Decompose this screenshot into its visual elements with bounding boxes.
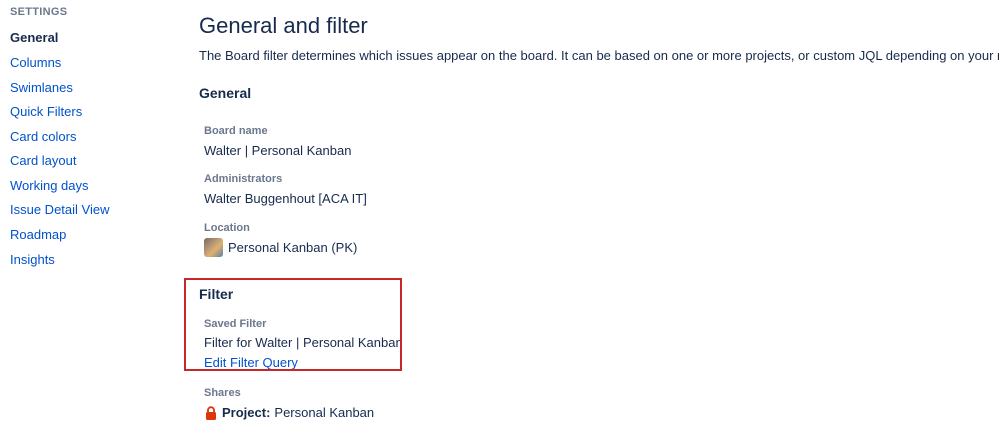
- page-title: General and filter: [199, 13, 368, 38]
- sidebar-item-card-colors[interactable]: Card colors: [10, 129, 76, 144]
- location-value: Personal Kanban (PK): [204, 238, 357, 257]
- shares-project-name: Personal Kanban: [274, 405, 375, 420]
- sidebar-item-card-layout[interactable]: Card layout: [10, 153, 76, 168]
- sidebar-item-issue-detail-view[interactable]: Issue Detail View: [10, 202, 109, 217]
- sidebar-item-columns[interactable]: Columns: [10, 55, 61, 70]
- location-project-name: Personal Kanban (PK): [228, 240, 358, 255]
- sidebar-item-working-days[interactable]: Working days: [10, 178, 89, 193]
- sidebar-item-insights[interactable]: Insights: [10, 252, 55, 267]
- sidebar-item-quick-filters[interactable]: Quick Filters: [10, 104, 82, 119]
- location-label: Location: [204, 222, 250, 234]
- administrators-label: Administrators: [204, 173, 283, 185]
- board-name-value: Walter | Personal Kanban: [204, 143, 352, 158]
- page-description: The Board filter determines which issues…: [199, 48, 999, 63]
- board-name-label: Board name: [204, 125, 268, 137]
- shares-type: Project:: [222, 405, 271, 420]
- sidebar-item-general[interactable]: General: [10, 30, 58, 45]
- sidebar-heading: SETTINGS: [10, 6, 68, 18]
- sidebar-item-swimlanes[interactable]: Swimlanes: [10, 80, 73, 95]
- administrators-value: Walter Buggenhout [ACA IT]: [204, 191, 367, 206]
- project-avatar-icon: [204, 238, 223, 257]
- general-section-title: General: [199, 85, 252, 101]
- sidebar-item-roadmap[interactable]: Roadmap: [10, 227, 66, 242]
- shares-value: Project: Personal Kanban: [204, 405, 374, 420]
- lock-icon: [204, 405, 218, 420]
- filter-highlight-box: [184, 278, 402, 371]
- shares-label: Shares: [204, 387, 241, 399]
